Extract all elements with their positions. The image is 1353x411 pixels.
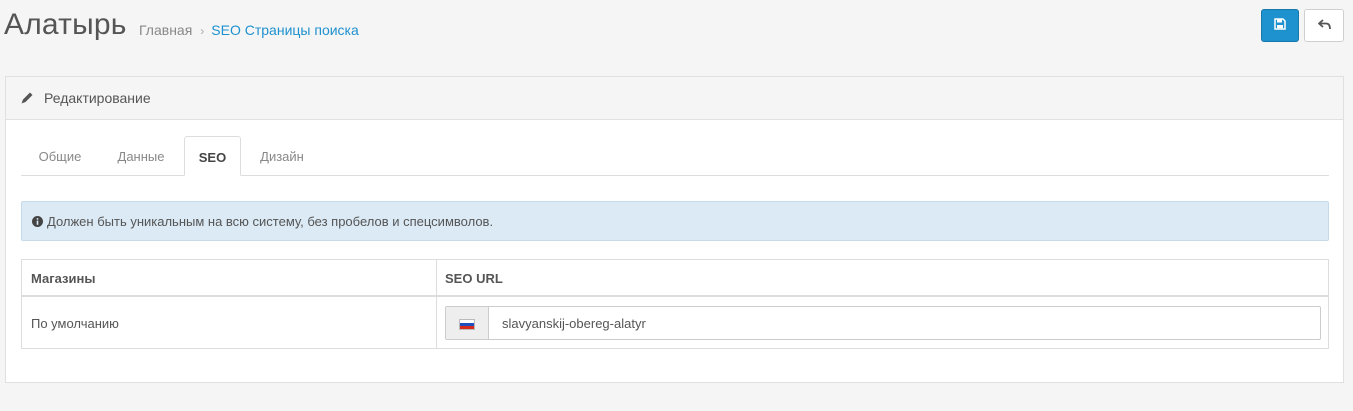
tab-seo[interactable]: SEO [184,136,241,176]
save-button[interactable] [1261,9,1299,42]
pencil-icon [20,91,34,108]
save-icon [1274,18,1286,33]
info-alert: Должен быть уникальным на всю систему, б… [21,201,1329,241]
breadcrumb-seo-pages-link[interactable]: SEO Страницы поиска [211,22,358,38]
panel-title: Редактирование [44,90,151,106]
tab-data[interactable]: Данные [101,136,181,176]
reply-icon [1317,18,1331,33]
language-addon [446,307,489,339]
column-header-seo-url: SEO URL [445,271,503,286]
tab-design[interactable]: Дизайн [245,136,319,176]
panel-heading: Редактирование [6,77,1343,120]
seo-url-input[interactable]: slavyanskij-obereg-alatyr [502,316,646,331]
table-header-row: Магазины SEO URL [22,260,1328,297]
tabs-bar: Общие Данные SEO Дизайн [21,136,1329,176]
seo-url-input-group[interactable]: slavyanskij-obereg-alatyr [445,306,1321,340]
edit-panel: Редактирование Общие Данные SEO Дизайн Д… [5,76,1344,383]
alert-text: Должен быть уникальным на всю систему, б… [47,214,494,229]
russian-flag-icon [459,319,475,330]
breadcrumb: Главная › SEO Страницы поиска [139,22,359,38]
column-divider [436,260,437,348]
page-title: Алатырь [4,8,127,41]
back-button[interactable] [1304,9,1344,42]
breadcrumb-home-link[interactable]: Главная [139,22,192,38]
store-name-cell: По умолчанию [31,316,119,331]
seo-url-table: Магазины SEO URL По умолчанию slavyanski… [21,259,1329,349]
page-header: Алатырь Главная › SEO Страницы поиска [0,0,1353,60]
breadcrumb-separator: › [200,24,205,38]
info-circle-icon [32,215,43,230]
column-header-stores: Магазины [31,271,96,286]
tab-general[interactable]: Общие [21,136,99,176]
